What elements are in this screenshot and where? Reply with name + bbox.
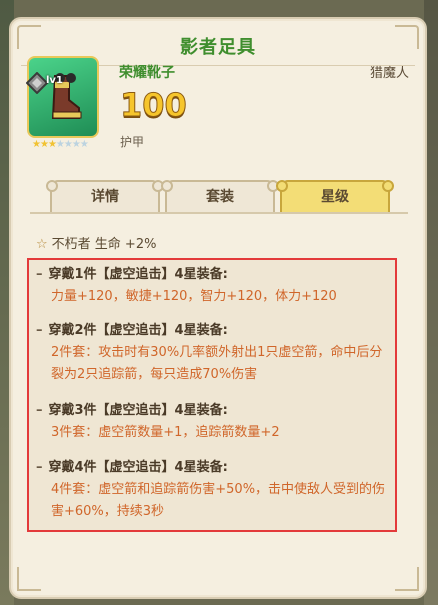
- item-value: 100: [120, 86, 188, 125]
- set-bonus-item: – 穿戴1件【虚空追击】4星装备: 力量+120，敏捷+120，智力+120，体力…: [36, 264, 388, 308]
- item-icon-frame[interactable]: [27, 56, 99, 138]
- set-bonus-desc: 力量+120，敏捷+120，智力+120，体力+120: [51, 289, 337, 304]
- item-stat-label: 护甲: [120, 135, 145, 149]
- tab-details[interactable]: 详情: [46, 180, 164, 214]
- set-bonus-desc: 4件套：虚空箭和追踪箭伤害+50%，击中使敌人受到的伤害+60%，持续3秒: [51, 482, 386, 519]
- star-filled-icon: ★: [47, 139, 57, 150]
- set-bonus-header: 穿戴1件【虚空追击】4星装备:: [48, 267, 228, 282]
- set-bonus-item: – 穿戴4件【虚空追击】4星装备: 4件套：虚空箭和追踪箭伤害+50%，击中使敌人…: [36, 457, 388, 523]
- star-filled-icon: ★: [32, 139, 41, 150]
- star-empty-icon: ★: [79, 139, 89, 150]
- star-filled-icon: ★: [39, 139, 49, 150]
- set-bonus-desc: 2件套：攻击时有30%几率额外射出1只虚空箭，命中后分裂为2只追踪箭，每只造成7…: [51, 345, 383, 382]
- tab-set[interactable]: 套装: [161, 180, 279, 214]
- level-badge: lv1: [46, 75, 63, 86]
- set-bonus-header: 穿戴4件【虚空追击】4星装备:: [48, 460, 228, 475]
- set-bonus-header: 穿戴3件【虚空追击】4星装备:: [48, 403, 228, 418]
- gem-icon: [26, 72, 48, 94]
- set-bonus-header: 穿戴2件【虚空追击】4星装备:: [48, 323, 228, 338]
- dash-icon: –: [36, 267, 43, 282]
- tab-stars-label: 星级: [321, 189, 349, 205]
- item-name: 荣耀靴子: [119, 65, 175, 81]
- corner-ornament-icon: [17, 567, 41, 591]
- set-bonus-item: – 穿戴3件【虚空追击】4星装备: 3件套：虚空箭数量+1，追踪箭数量+2: [36, 400, 388, 444]
- set-bonus-item: – 穿戴2件【虚空追击】4星装备: 2件套：攻击时有30%几率额外射出1只虚空箭，…: [36, 320, 388, 386]
- star-rating: ★★★★★★★: [32, 139, 89, 150]
- tab-details-label: 详情: [91, 189, 119, 205]
- set-bonus-desc: 3件套：虚空箭数量+1，追踪箭数量+2: [51, 425, 280, 440]
- tab-divider: [30, 212, 408, 214]
- tab-stars[interactable]: 星级: [276, 180, 394, 214]
- item-class: 猎魔人: [369, 66, 409, 81]
- star-bonus-text: 不朽者 生命 +2%: [51, 237, 157, 252]
- dash-icon: –: [36, 323, 43, 338]
- dash-icon: –: [36, 460, 43, 475]
- dash-icon: –: [36, 403, 43, 418]
- corner-ornament-icon: [395, 567, 419, 591]
- tab-set-label: 套装: [206, 189, 234, 205]
- star-empty-icon: ★: [63, 139, 73, 150]
- star-empty-icon: ★: [71, 139, 81, 150]
- star-empty-icon: ★: [55, 139, 65, 150]
- star-outline-icon: ☆: [36, 237, 48, 252]
- star-bonus: ☆ 不朽者 生命 +2%: [36, 233, 156, 252]
